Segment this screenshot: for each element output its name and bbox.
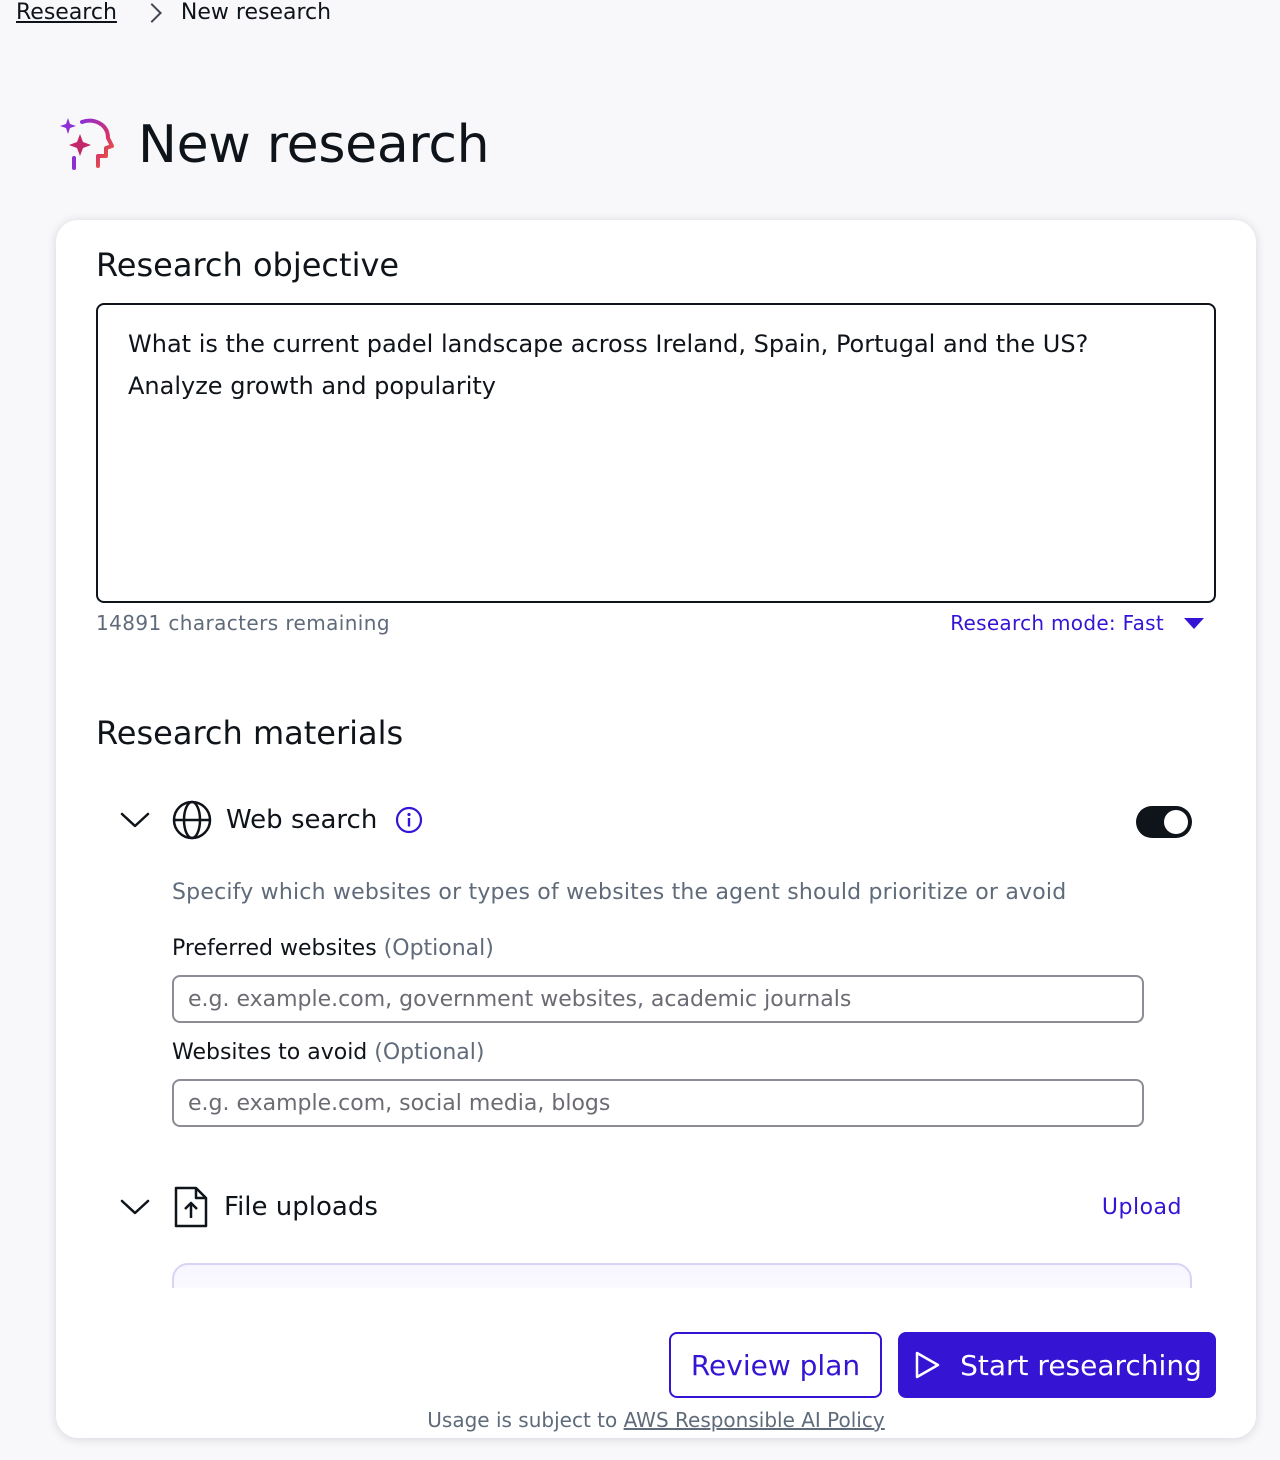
start-researching-label: Start researching [960, 1348, 1202, 1382]
objective-heading: Research objective [96, 246, 400, 284]
optional-tag: (Optional) [383, 936, 494, 961]
preferred-websites-label-text: Preferred websites [172, 936, 377, 961]
responsible-ai-policy-link[interactable]: AWS Responsible AI Policy [624, 1408, 885, 1432]
file-uploads-row: File uploads [120, 1186, 378, 1228]
file-upload-icon [174, 1186, 208, 1228]
upload-link[interactable]: Upload [1102, 1195, 1182, 1220]
web-search-toggle[interactable] [1136, 806, 1192, 838]
objective-textarea[interactable]: What is the current padel landscape acro… [96, 303, 1216, 603]
breadcrumb: Research New research [16, 0, 331, 26]
materials-heading: Research materials [96, 714, 404, 752]
characters-remaining: 14891 characters remaining [96, 611, 390, 635]
play-icon [915, 1351, 940, 1379]
chevron-down-icon[interactable] [120, 1192, 150, 1222]
chevron-down-icon[interactable] [120, 805, 150, 835]
research-sparkle-icon [58, 112, 116, 178]
page-title: New research [138, 115, 490, 175]
usage-notice: Usage is subject to AWS Responsible AI P… [56, 1408, 1256, 1432]
optional-tag: (Optional) [374, 1040, 485, 1065]
websites-to-avoid-input[interactable] [172, 1079, 1144, 1127]
preferred-websites-label: Preferred websites (Optional) [172, 936, 494, 961]
websites-to-avoid-label-text: Websites to avoid [172, 1040, 368, 1065]
usage-text: Usage is subject to [427, 1408, 624, 1432]
page-header: New research [58, 112, 490, 178]
research-mode-dropdown[interactable]: Research mode: Fast [950, 611, 1204, 635]
web-search-hint: Specify which websites or types of websi… [172, 880, 1067, 905]
info-icon[interactable] [395, 806, 423, 834]
breadcrumb-research-link[interactable]: Research [16, 0, 117, 26]
file-uploads-label: File uploads [224, 1192, 378, 1222]
research-mode-label: Research mode: Fast [950, 611, 1164, 635]
start-researching-button[interactable]: Start researching [898, 1332, 1216, 1398]
review-plan-button[interactable]: Review plan [669, 1332, 882, 1398]
websites-to-avoid-label: Websites to avoid (Optional) [172, 1040, 484, 1065]
preferred-websites-input[interactable] [172, 975, 1144, 1023]
web-search-row: Web search [120, 800, 423, 840]
caret-down-icon [1184, 617, 1204, 629]
web-search-label: Web search [226, 805, 378, 835]
chevron-right-icon [142, 3, 162, 23]
breadcrumb-current: New research [180, 0, 332, 25]
research-form-card: Research objective What is the current p… [56, 220, 1256, 1438]
globe-icon [172, 800, 212, 840]
footer-fade [56, 1288, 1256, 1328]
